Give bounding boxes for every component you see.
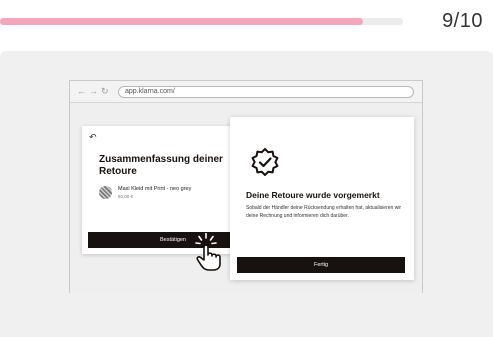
registered-title: Deine Retoure wurde vorgemerkt bbox=[246, 190, 380, 200]
summary-title: Zusammenfassung deiner Retoure bbox=[99, 154, 223, 177]
browser-toolbar: ← → ↻ app.klarna.com/ bbox=[70, 81, 422, 103]
browser-window: ← → ↻ app.klarna.com/ ↶ Zusammenfassung … bbox=[69, 80, 423, 294]
done-button: Fertig bbox=[237, 257, 405, 273]
progress-fill bbox=[0, 18, 363, 25]
product-name: Maxi Kleid mit Print - neo grey bbox=[118, 186, 192, 192]
done-button-label: Fertig bbox=[313, 262, 329, 268]
address-bar: app.klarna.com/ bbox=[118, 86, 414, 98]
verified-badge-icon bbox=[251, 148, 279, 176]
step-counter: 9/10 bbox=[442, 10, 483, 32]
back-arrow-icon: ← bbox=[77, 86, 86, 96]
reload-icon: ↻ bbox=[101, 86, 109, 96]
product-thumbnail bbox=[99, 186, 112, 199]
hand-pointer-icon bbox=[195, 233, 221, 271]
illustration-stage: ← → ↻ app.klarna.com/ ↶ Zusammenfassung … bbox=[0, 51, 493, 337]
product-price: 60,00 € bbox=[118, 194, 134, 199]
forward-arrow-icon: → bbox=[89, 86, 98, 96]
confirm-button-label: Bestätigen bbox=[160, 237, 186, 243]
registered-description: Sobald der Händler deine Rücksendung erh… bbox=[246, 205, 402, 219]
back-arrow-icon: ↶ bbox=[89, 132, 97, 142]
browser-content: ↶ Zusammenfassung deiner Retoure Maxi Kl… bbox=[70, 103, 422, 294]
progress-bar bbox=[0, 18, 403, 25]
return-registered-card: Deine Retoure wurde vorgemerkt Sobald de… bbox=[230, 117, 414, 280]
